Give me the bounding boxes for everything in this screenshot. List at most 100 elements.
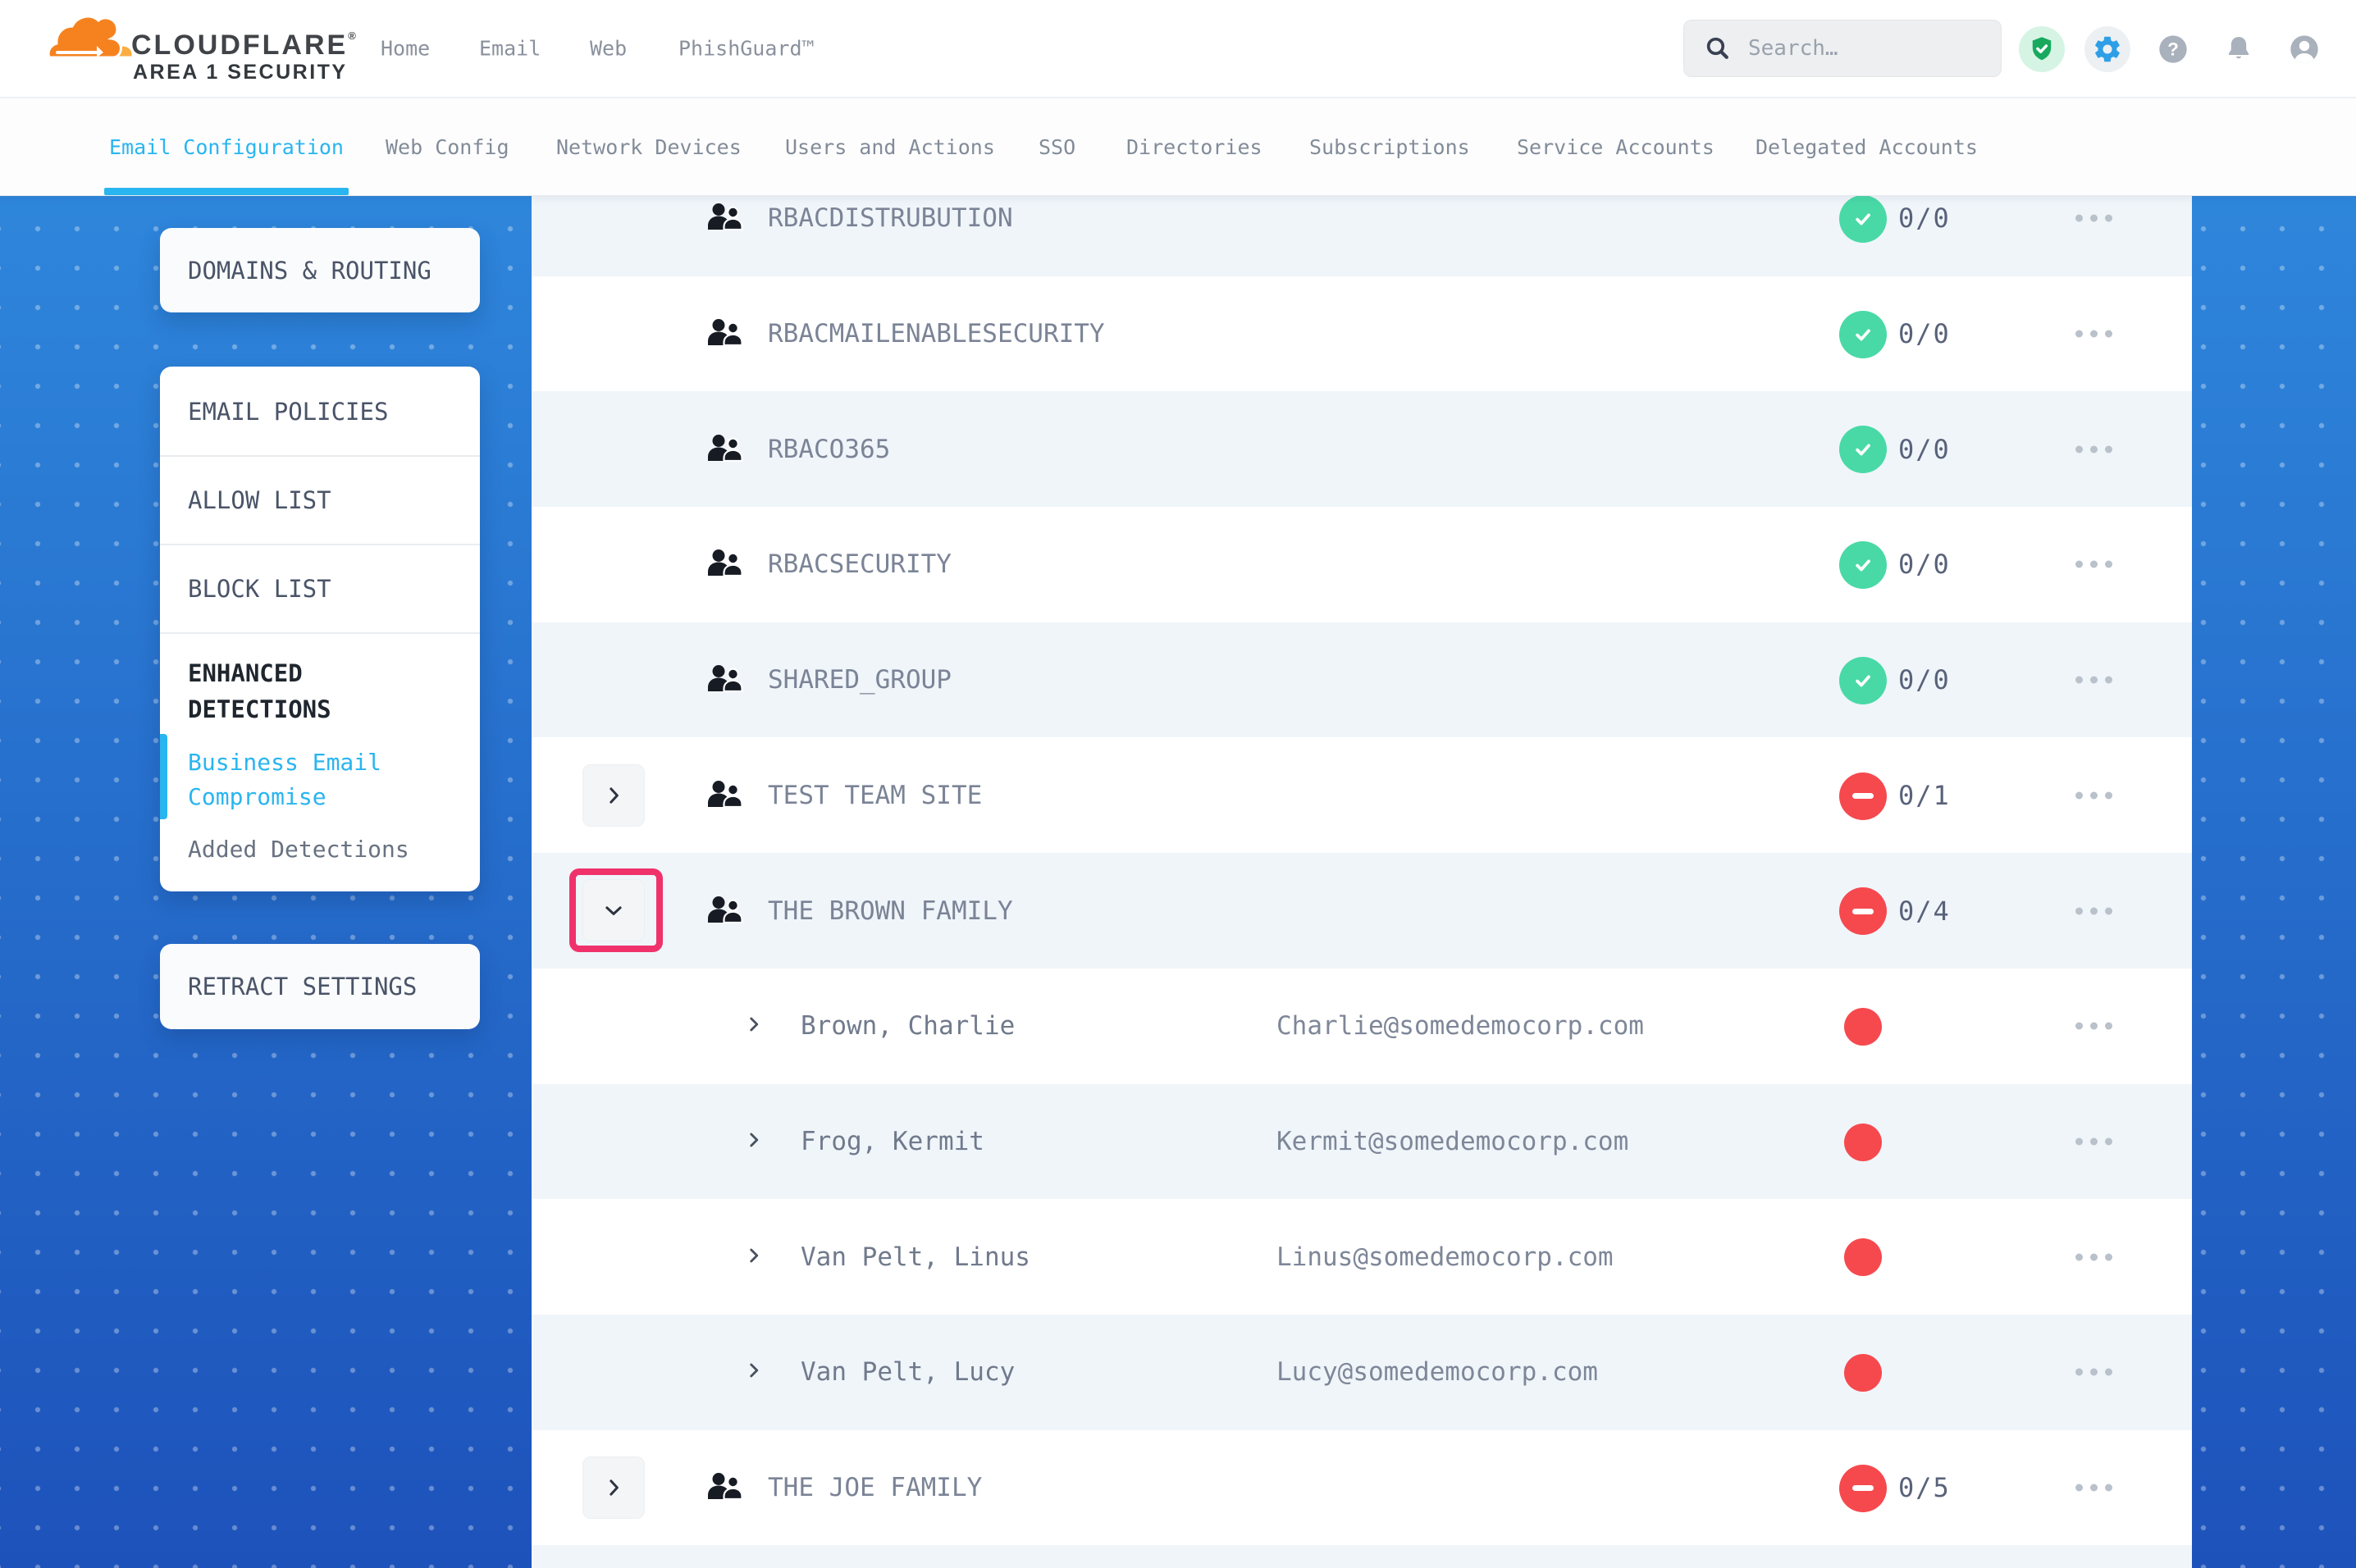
status-blocked-icon — [1839, 773, 1887, 820]
sidebar-item-allow-list[interactable]: ALLOW LIST — [160, 457, 480, 544]
sidebar-item-block-list[interactable]: BLOCK LIST — [160, 545, 480, 632]
group-row-the-brown-family: THE BROWN FAMILY 0/4 — [532, 853, 2192, 969]
group-row-rbacmailenablesecurity: RBACMAILENABLESECURITY 0/0 — [532, 276, 2192, 392]
group-icon — [707, 1472, 743, 1503]
expand-group-button[interactable] — [582, 764, 645, 827]
sidebar-card-domains-routing[interactable]: DOMAINS & ROUTING — [160, 228, 480, 312]
topnav-item-web[interactable]: Web — [590, 37, 627, 61]
member-count: 0/4 — [1898, 896, 1951, 927]
group-name: RBACMAILENABLESECURITY — [768, 319, 1105, 349]
group-icon — [707, 549, 743, 580]
group-name: THE BROWN FAMILY — [768, 896, 1013, 926]
content-background: RBACDISTRUBUTION0/0RBACMAILENABLESECURIT… — [0, 196, 2356, 1568]
search-box[interactable] — [1683, 20, 2002, 77]
tab-service-accounts[interactable]: Service Accounts — [1517, 98, 1714, 195]
group-name: THE JOE FAMILY — [768, 1473, 982, 1502]
sidebar-item-email-policies[interactable]: EMAIL POLICIES — [160, 368, 480, 455]
member-name: Van Pelt, Linus — [801, 1242, 1030, 1272]
chevron-right-icon[interactable] — [743, 1014, 765, 1038]
member-name: Brown, Charlie — [801, 1011, 1015, 1041]
chevron-right-icon[interactable] — [743, 1129, 765, 1154]
chevron-right-icon[interactable] — [743, 1245, 765, 1269]
status-blocked-icon — [1839, 887, 1887, 935]
active-item-indicator — [160, 734, 167, 819]
topnav-item-phishguard[interactable]: PhishGuard™ — [678, 37, 815, 61]
tab-subscriptions[interactable]: Subscriptions — [1309, 98, 1470, 195]
group-name: RBACSECURITY — [768, 549, 952, 579]
member-row-brown-charlie: Brown, Charlie Charlie@somedemocorp.com — [532, 969, 2192, 1084]
row-actions-menu[interactable] — [2071, 1011, 2117, 1042]
member-row-frog-kermit: Frog, KermitKermit@somedemocorp.com — [532, 1084, 2192, 1200]
row-actions-menu[interactable] — [2071, 203, 2117, 234]
group-row-rbaco365: RBACO365 0/0 — [532, 391, 2192, 507]
cloudflare-logo[interactable]: CLOUDFLARE® AREA 1 SECURITY — [46, 7, 390, 92]
notifications-bell-icon[interactable] — [2216, 26, 2262, 72]
table-row-partial — [532, 1545, 2192, 1568]
groups-table: RBACDISTRUBUTION0/0RBACMAILENABLESECURIT… — [532, 196, 2192, 1568]
group-name: RBACO365 — [768, 435, 890, 464]
status-blocked-dot — [1844, 1238, 1882, 1276]
brand-name: CLOUDFLARE® — [131, 30, 356, 62]
group-name: SHARED_GROUP — [768, 665, 952, 695]
group-icon — [707, 664, 743, 695]
group-icon — [707, 203, 743, 234]
row-actions-menu[interactable] — [2071, 1126, 2117, 1156]
retract-settings-label: RETRACT SETTINGS — [160, 944, 480, 1029]
status-blocked-dot — [1844, 1354, 1882, 1392]
account-icon[interactable] — [2281, 26, 2327, 72]
group-name: RBACDISTRUBUTION — [768, 203, 1013, 233]
chevron-right-icon[interactable] — [743, 1360, 765, 1384]
group-row-the-joe-family: THE JOE FAMILY0/5 — [532, 1430, 2192, 1546]
sidebar-item-business-email-compromise[interactable]: Business Email Compromise — [160, 727, 480, 814]
tab-delegated-accounts[interactable]: Delegated Accounts — [1756, 98, 1978, 195]
group-row-shared-group: SHARED_GROUP0/0 — [532, 622, 2192, 738]
row-actions-menu[interactable] — [2071, 434, 2117, 464]
search-input[interactable] — [1746, 35, 1979, 62]
status-blocked-icon — [1839, 1465, 1887, 1512]
sidebar-card-email-policies: EMAIL POLICIESALLOW LISTBLOCK LIST ENHAN… — [160, 367, 480, 891]
help-icon[interactable]: ? — [2150, 26, 2196, 72]
expand-group-button[interactable] — [582, 1456, 645, 1519]
row-actions-menu[interactable] — [2071, 665, 2117, 695]
status-allowed-icon — [1839, 311, 1887, 358]
cloudflare-cloud-icon — [46, 10, 135, 59]
member-count: 0/0 — [1898, 318, 1951, 349]
member-count: 0/0 — [1898, 203, 1951, 234]
topnav-item-email[interactable]: Email — [479, 37, 541, 61]
tab-directories[interactable]: Directories — [1126, 98, 1262, 195]
row-actions-menu[interactable] — [2071, 1357, 2117, 1388]
member-count: 0/1 — [1898, 780, 1951, 811]
secondary-nav: Email Configuration Web Config Network Dev… — [0, 98, 2356, 196]
search-icon — [1704, 34, 1732, 62]
tab-web-config[interactable]: Web Config — [386, 98, 509, 195]
sidebar-item-added-detections[interactable]: Added Detections — [160, 814, 480, 867]
shield-check-icon[interactable] — [2019, 26, 2065, 72]
group-row-rbacsecurity: RBACSECURITY0/0 — [532, 507, 2192, 622]
tab-network-devices[interactable]: Network Devices — [556, 98, 742, 195]
sidebar-card-retract-settings[interactable]: RETRACT SETTINGS — [160, 944, 480, 1029]
row-actions-menu[interactable] — [2071, 1473, 2117, 1503]
row-actions-menu[interactable] — [2071, 1242, 2117, 1272]
settings-gear-icon[interactable] — [2084, 26, 2130, 72]
brand-subtitle: AREA 1 SECURITY — [133, 61, 348, 84]
row-actions-menu[interactable] — [2071, 319, 2117, 349]
member-row-van-pelt-linus: Van Pelt, Linus Linus@somedemocorp.com — [532, 1199, 2192, 1315]
topnav-item-home[interactable]: Home — [381, 37, 430, 61]
brand-mark: ® — [348, 30, 356, 42]
status-allowed-icon — [1839, 657, 1887, 704]
status-blocked-dot — [1844, 1008, 1882, 1046]
tab-users-and-actions[interactable]: Users and Actions — [785, 98, 995, 195]
member-count: 0/0 — [1898, 434, 1951, 465]
row-actions-menu[interactable] — [2071, 896, 2117, 926]
svg-text:?: ? — [2167, 39, 2179, 60]
row-actions-menu[interactable] — [2071, 780, 2117, 810]
member-email: Linus@somedemocorp.com — [1276, 1242, 1614, 1272]
row-actions-menu[interactable] — [2071, 549, 2117, 580]
collapse-group-button[interactable] — [582, 879, 645, 941]
member-name: Van Pelt, Lucy — [801, 1357, 1015, 1387]
enhanced-detections-title: ENHANCED DETECTIONS — [160, 634, 480, 727]
group-icon — [707, 318, 743, 349]
tab-email-configuration[interactable]: Email Configuration — [109, 98, 344, 195]
tab-sso[interactable]: SSO — [1039, 98, 1075, 195]
member-email: Charlie@somedemocorp.com — [1276, 1011, 1644, 1041]
